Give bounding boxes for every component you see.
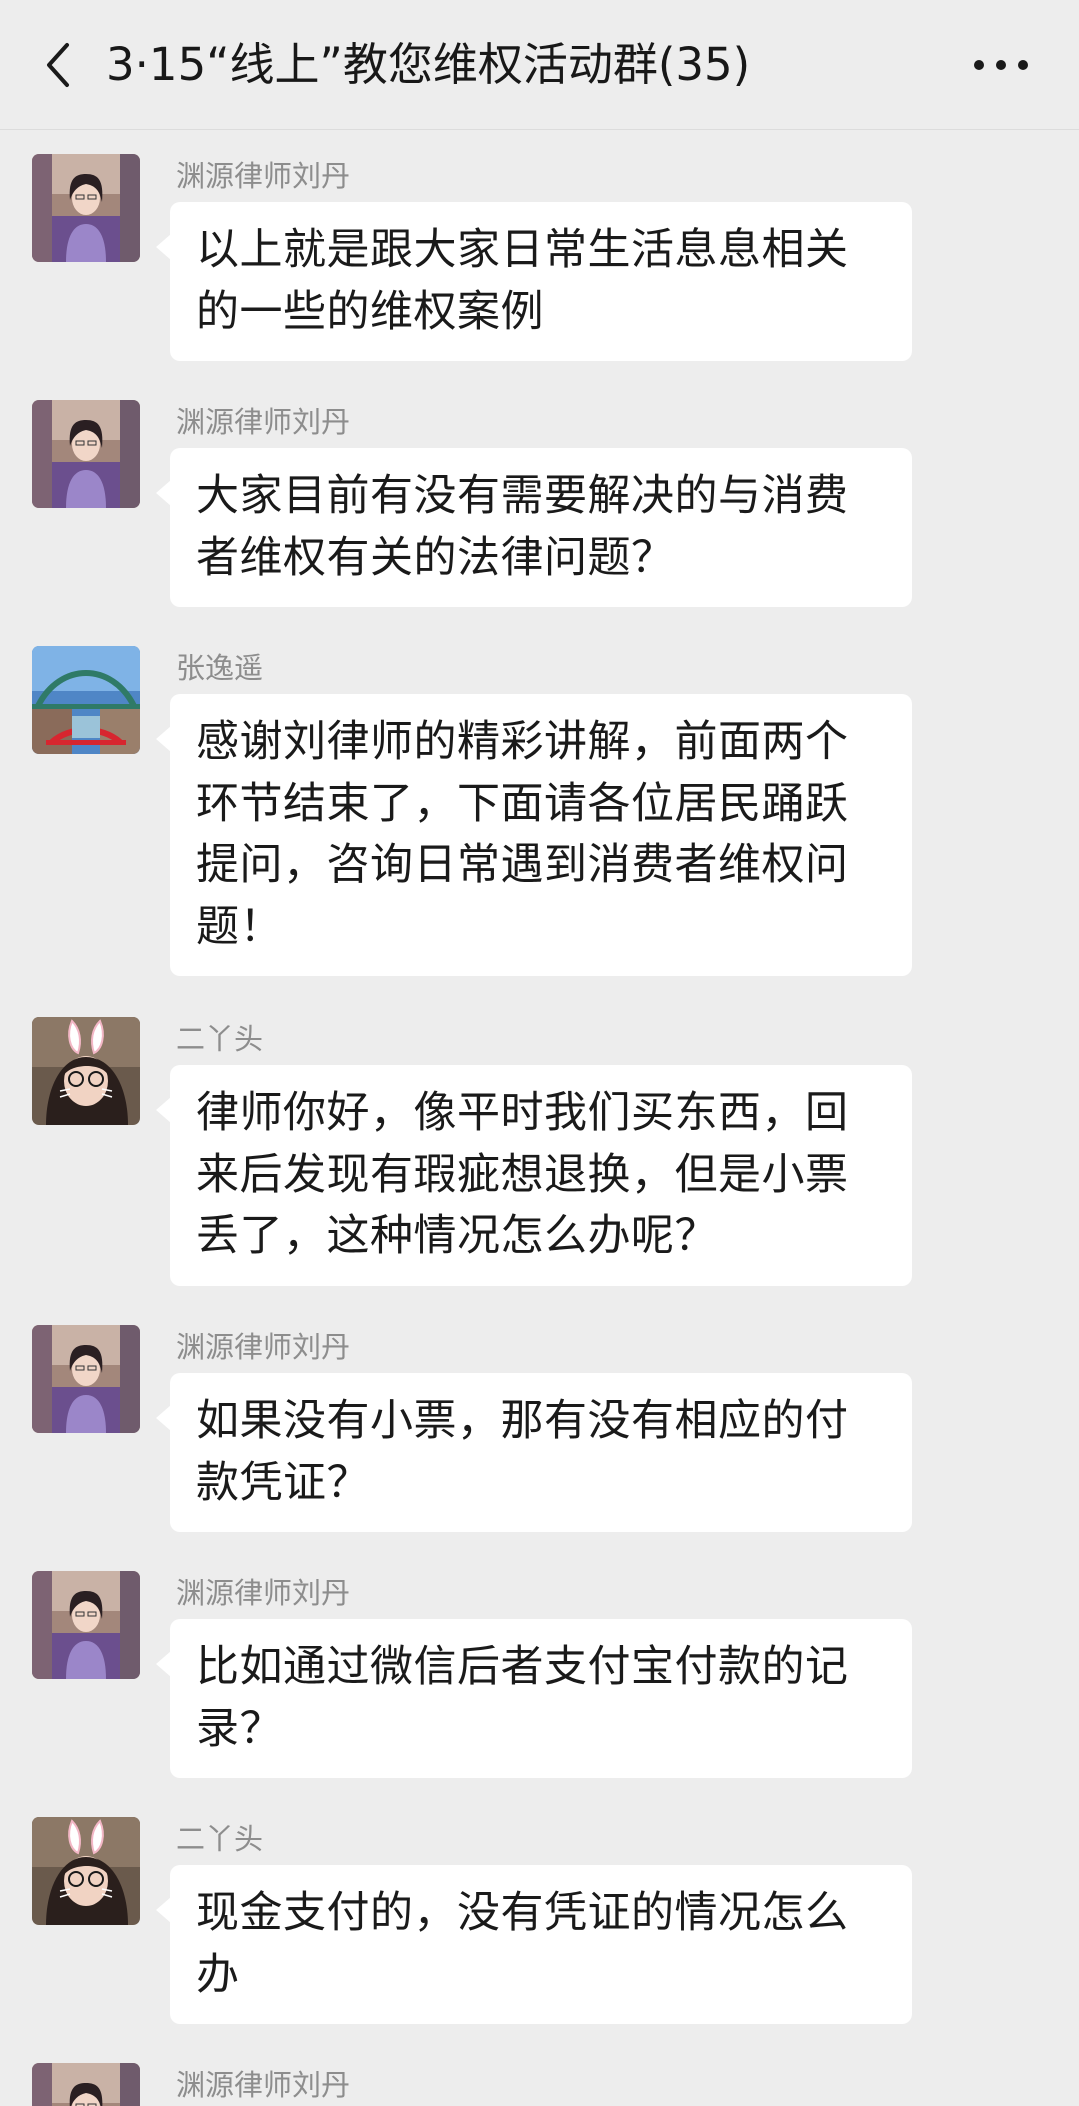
- message-bubble[interactable]: 律师你好，像平时我们买东西，回来后发现有瑕疵想退换，但是小票丢了，这种情况怎么办…: [156, 1065, 912, 1286]
- sender-name: 二丫头: [176, 1022, 264, 1056]
- sender-avatar-image: [32, 154, 140, 262]
- message-bubble[interactable]: 以上就是跟大家日常生活息息相关的一些的维权案例: [156, 202, 912, 361]
- sender-avatar-image: [32, 1817, 140, 1925]
- chat-screen: 3·15“线上”教您维权活动群(35) 渊源律师刘丹 以上就是跟大家日常生活息息…: [0, 0, 1079, 2106]
- more-button[interactable]: [961, 30, 1041, 100]
- avatar[interactable]: [32, 1817, 140, 1925]
- message-bubble[interactable]: 大家目前有没有需要解决的与消费者维权有关的法律问题？: [156, 448, 912, 607]
- avatar[interactable]: [32, 2063, 140, 2106]
- message-bubble[interactable]: 比如通过微信后者支付宝付款的记录？: [156, 1619, 912, 1778]
- chat-header: 3·15“线上”教您维权活动群(35): [0, 0, 1079, 130]
- message-bubble[interactable]: 感谢刘律师的精彩讲解，前面两个环节结束了，下面请各位居民踊跃提问，咨询日常遇到消…: [156, 694, 912, 976]
- sender-name: 渊源律师刘丹: [176, 159, 351, 193]
- message-bubble[interactable]: 如果没有小票，那有没有相应的付款凭证？: [156, 1373, 912, 1532]
- sender-avatar-image: [32, 400, 140, 508]
- more-dots-icon: [974, 60, 1028, 70]
- sender-avatar-image: [32, 646, 140, 754]
- sender-name: 张逸遥: [176, 651, 264, 685]
- sender-name: 渊源律师刘丹: [176, 405, 351, 439]
- chevron-left-icon: [47, 43, 69, 87]
- sender-name: 二丫头: [176, 1822, 264, 1856]
- avatar[interactable]: [32, 400, 140, 508]
- sender-avatar-image: [32, 1571, 140, 1679]
- sender-avatar-image: [32, 1017, 140, 1125]
- message-bubble[interactable]: 现金支付的，没有凭证的情况怎么办: [156, 1865, 912, 2024]
- sender-avatar-image: [32, 2063, 140, 2106]
- avatar[interactable]: [32, 1325, 140, 1433]
- avatar[interactable]: [32, 154, 140, 262]
- back-button[interactable]: [28, 30, 88, 100]
- avatar[interactable]: [32, 646, 140, 754]
- avatar[interactable]: [32, 1571, 140, 1679]
- sender-name: 渊源律师刘丹: [176, 1576, 351, 1610]
- avatar[interactable]: [32, 1017, 140, 1125]
- sender-avatar-image: [32, 1325, 140, 1433]
- chat-title: 3·15“线上”教您维权活动群(35): [106, 38, 751, 91]
- sender-name: 渊源律师刘丹: [176, 2068, 351, 2102]
- sender-name: 渊源律师刘丹: [176, 1330, 351, 1364]
